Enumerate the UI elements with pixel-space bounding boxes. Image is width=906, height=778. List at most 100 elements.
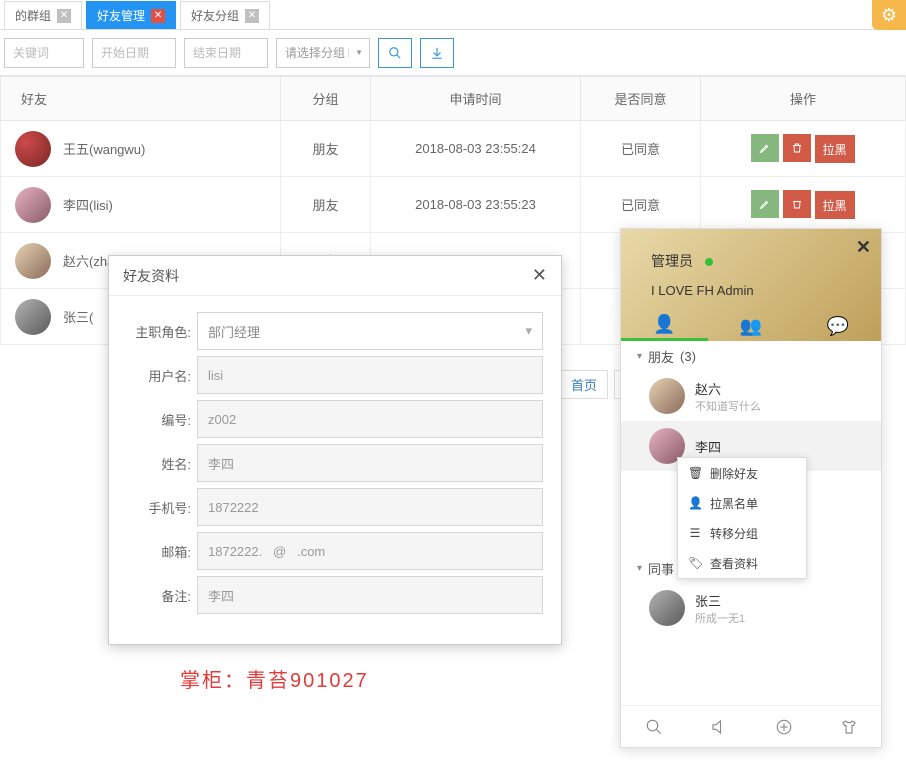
search-icon (645, 718, 663, 736)
tab-label: 的群组 (15, 7, 51, 24)
ctx-label: 删除好友 (710, 465, 758, 482)
ctx-block[interactable]: 👤 拉黑名单 (678, 488, 806, 518)
page-first[interactable]: 首页 (560, 370, 608, 399)
cell-time: 2018-08-03 23:55:23 (371, 177, 581, 233)
ctx-delete-friend[interactable]: 🗑 删除好友 (678, 458, 806, 488)
cell-group: 朋友 (281, 121, 371, 177)
contact-name: 李四 (695, 437, 721, 456)
label-name: 姓名: (127, 454, 197, 473)
footer-sound-button[interactable] (710, 718, 728, 736)
delete-button[interactable] (783, 190, 811, 218)
cell-agree: 已同意 (581, 177, 701, 233)
avatar (15, 131, 51, 167)
filter-toolbar: 请选择分组 (0, 30, 906, 76)
keyword-input[interactable] (4, 38, 84, 68)
role-select[interactable]: 部门经理 (197, 312, 543, 350)
chat-subtitle: I LOVE FH Admin (651, 283, 754, 298)
label-email: 邮箱: (127, 542, 197, 561)
trash-icon: 🗑 (688, 466, 702, 480)
name-field[interactable] (197, 444, 543, 482)
code-field[interactable] (197, 400, 543, 438)
ctx-label: 拉黑名单 (710, 495, 758, 512)
group-icon: 👥 (740, 316, 762, 337)
avatar (15, 187, 51, 223)
edit-button[interactable] (751, 190, 779, 218)
block-button[interactable]: 拉黑 (815, 191, 855, 219)
start-date-input[interactable] (92, 38, 176, 68)
chat-tab-friends[interactable]: 👤 (621, 311, 708, 341)
th-group: 分组 (281, 77, 371, 121)
chat-tab-groups[interactable]: 👥 (708, 311, 795, 341)
close-icon[interactable]: ✕ (245, 9, 259, 23)
delete-button[interactable] (783, 134, 811, 162)
friend-name: 李四(lisi) (63, 195, 113, 214)
email-field[interactable] (197, 532, 543, 570)
close-icon[interactable]: ✕ (57, 9, 71, 23)
end-date-input[interactable] (184, 38, 268, 68)
ctx-label: 转移分组 (710, 525, 758, 542)
search-button[interactable] (378, 38, 412, 68)
tab-friend-manage[interactable]: 好友管理 ✕ (86, 1, 176, 29)
trash-icon (791, 198, 803, 210)
friend-name: 张三( (63, 307, 93, 326)
tab-label: 好友分组 (191, 7, 239, 24)
person-icon: 👤 (688, 496, 702, 510)
chat-header: ✕ 管理员 I LOVE FH Admin 👤 👥 💬 (621, 229, 881, 341)
contact-name: 赵六 (695, 379, 761, 398)
ctx-move-group[interactable]: ☰转移分组 (678, 518, 806, 548)
person-icon: 👤 (653, 314, 675, 335)
avatar (649, 378, 685, 414)
select-placeholder: 请选择分组 (285, 44, 345, 61)
close-icon[interactable]: ✕ (151, 9, 165, 23)
tshirt-icon (840, 718, 858, 736)
label-remark: 备注: (127, 586, 197, 605)
watermark: 掌柜：青苔901027 (180, 664, 369, 693)
chat-body: ▾朋友 (3) 赵六不知道写什么 李四 🗑 删除好友 👤 拉黑名单 ☰转移分组 🏷 查… (621, 341, 881, 705)
phone-field[interactable] (197, 488, 543, 526)
label-code: 编号: (127, 410, 197, 429)
chevron-down-icon: ▾ (637, 351, 642, 362)
group-count: (3) (680, 349, 696, 364)
chat-tab-msgs[interactable]: 💬 (794, 311, 881, 341)
contact-item[interactable]: 张三所成一无1 (621, 583, 881, 633)
tab-friend-group[interactable]: 好友分组 ✕ (180, 1, 270, 29)
pencil-icon (759, 198, 771, 210)
pencil-icon (759, 142, 771, 154)
chat-icon: 💬 (826, 316, 848, 337)
close-icon[interactable]: ✕ (856, 237, 871, 258)
footer-search-button[interactable] (645, 718, 663, 736)
contact-name: 张三 (695, 591, 745, 610)
contact-item[interactable]: 赵六不知道写什么 (621, 371, 881, 421)
close-icon[interactable]: ✕ (532, 265, 547, 286)
group-select[interactable]: 请选择分组 (276, 38, 370, 68)
chat-footer (621, 705, 881, 747)
context-menu: 🗑 删除好友 👤 拉黑名单 ☰转移分组 🏷 查看资料 (677, 457, 807, 579)
friend-profile-modal: 好友资料 ✕ 主职角色:部门经理 用户名: 编号: 姓名: 手机号: 邮箱: 备… (108, 255, 562, 645)
group-header-friends[interactable]: ▾朋友 (3) (621, 341, 881, 371)
avatar (649, 590, 685, 626)
cell-group: 朋友 (281, 177, 371, 233)
username-field[interactable] (197, 356, 543, 394)
group-name: 同事 (648, 559, 674, 578)
th-ops: 操作 (701, 77, 906, 121)
sound-icon (710, 718, 728, 736)
chat-panel: ✕ 管理员 I LOVE FH Admin 👤 👥 💬 ▾朋友 (3) 赵六不知… (620, 228, 882, 748)
footer-add-button[interactable] (775, 718, 793, 736)
settings-button[interactable]: ⚙ (872, 0, 906, 30)
search-icon (388, 46, 402, 60)
tag-icon: 🏷 (688, 556, 702, 570)
ctx-view-profile[interactable]: 🏷 查看资料 (678, 548, 806, 578)
gear-icon: ⚙ (881, 5, 897, 26)
edit-button[interactable] (751, 134, 779, 162)
tab-groups[interactable]: 的群组 ✕ (4, 1, 82, 29)
tab-label: 好友管理 (97, 7, 145, 24)
tab-bar: 的群组 ✕ 好友管理 ✕ 好友分组 ✕ (0, 0, 906, 30)
cell-time: 2018-08-03 23:55:24 (371, 121, 581, 177)
footer-skin-button[interactable] (840, 718, 858, 736)
contact-signature: 所成一无1 (695, 610, 745, 626)
ctx-label: 查看资料 (710, 555, 758, 572)
cell-agree: 已同意 (581, 121, 701, 177)
download-button[interactable] (420, 38, 454, 68)
block-button[interactable]: 拉黑 (815, 135, 855, 163)
remark-field[interactable] (197, 576, 543, 614)
